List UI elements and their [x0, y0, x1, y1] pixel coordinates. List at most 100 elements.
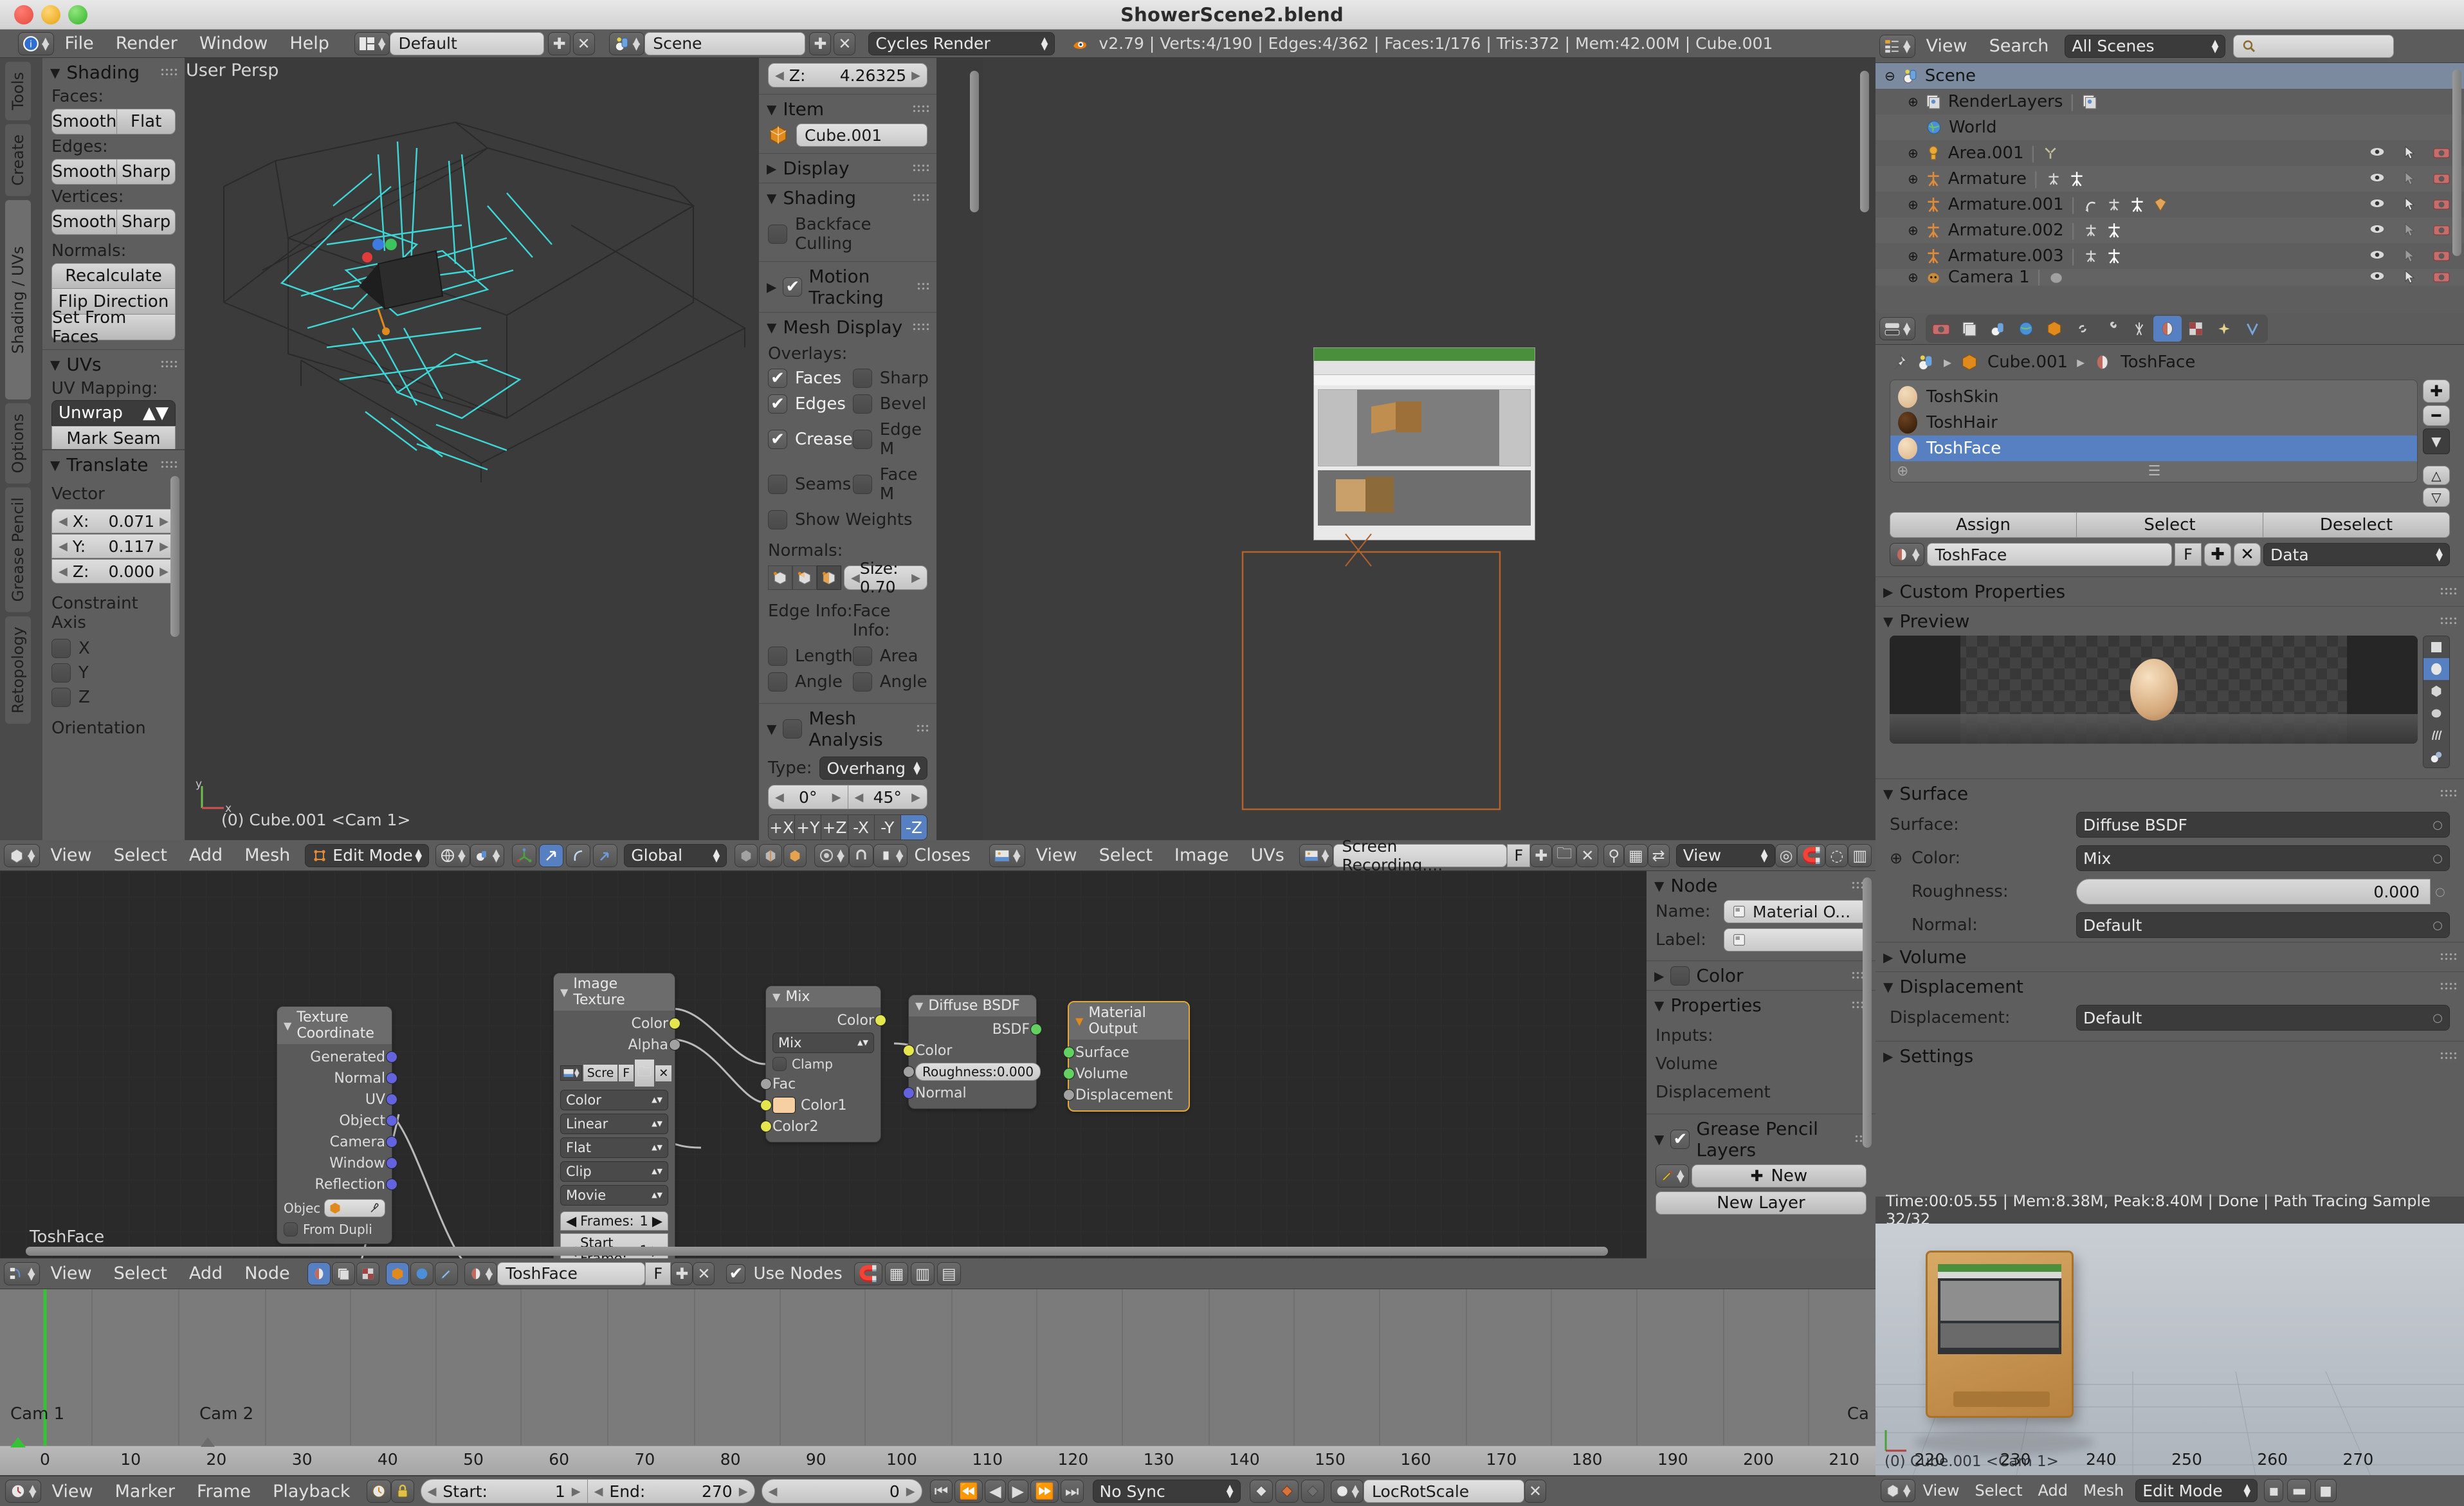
start-frame-field[interactable]: ◀ Start: 1 ▶: [420, 1479, 588, 1503]
socket-color-in[interactable]: Color: [903, 1042, 1030, 1060]
expand-collapse-icon[interactable]: ⊖: [1885, 68, 1895, 84]
shading-panel-header[interactable]: ▼ Shading: [42, 58, 185, 87]
image-colorspace-dropdown[interactable]: Color ▲▼: [560, 1090, 668, 1110]
cursor-arrow-icon[interactable]: [2402, 223, 2416, 238]
keyframe-remove-icon[interactable]: [1300, 1480, 1324, 1503]
decrement-arrow-icon[interactable]: ◀: [59, 565, 68, 578]
item-panel-header[interactable]: ▼ Item: [759, 95, 936, 124]
axis-plus-x-button[interactable]: +X: [768, 814, 796, 840]
chevron-updown-icon[interactable]: ▲ ▼: [29, 1483, 37, 1499]
material-slot-toshskin[interactable]: ToshSkin: [1890, 384, 2417, 410]
object-shader-icon[interactable]: [385, 1262, 409, 1285]
camera-render-icon[interactable]: [2433, 223, 2450, 237]
outliner-search-input[interactable]: [2233, 34, 2395, 58]
increment-arrow-icon[interactable]: ▶: [911, 69, 920, 82]
drag-grip-icon[interactable]: [2440, 586, 2456, 597]
drag-grip-icon[interactable]: [912, 192, 929, 203]
outliner-tree[interactable]: ⊖ Scene ⊕ RenderLayers | World ⊕ Area.00…: [1875, 63, 2464, 313]
edge-length-checkbox[interactable]: [768, 647, 787, 666]
current-frame-field[interactable]: ◀ 0 ▶: [761, 1479, 922, 1503]
uv-sync-icon[interactable]: ⇄: [1647, 843, 1670, 867]
uvs-panel-header[interactable]: ▼ UVs: [42, 350, 185, 379]
menu-file[interactable]: File: [54, 33, 105, 53]
screen-layout-icon[interactable]: ▲ ▼: [354, 32, 390, 55]
drag-grip-icon[interactable]: [2440, 616, 2456, 627]
collapse-icon[interactable]: ▼: [284, 1020, 291, 1032]
collapse-icon[interactable]: ▼: [915, 1000, 923, 1012]
object-name-field[interactable]: Cube.001: [796, 124, 927, 147]
tab-world-icon[interactable]: [2012, 316, 2040, 342]
play-button[interactable]: ▶: [1007, 1480, 1028, 1503]
timeline-menu-view[interactable]: View: [41, 1482, 104, 1501]
timeline-menu-frame[interactable]: Frame: [186, 1482, 262, 1501]
chevron-updown-icon[interactable]: ▲ ▼: [633, 35, 641, 51]
drag-grip-icon[interactable]: [2440, 788, 2456, 799]
grease-pencil-checkbox[interactable]: ✔: [1670, 1130, 1690, 1149]
renderlayer-child-icon[interactable]: [2081, 93, 2098, 110]
node-header[interactable]: ▼ Material Output: [1069, 1002, 1189, 1040]
drag-grip-icon[interactable]: [160, 67, 177, 78]
chevron-updown-icon[interactable]: ▲ ▼: [1352, 1483, 1360, 1499]
socket-color-out[interactable]: Color: [772, 1011, 886, 1029]
eyedropper-icon[interactable]: [369, 1202, 381, 1214]
expand-collapse-icon[interactable]: ⊕: [1908, 94, 1919, 109]
outliner-row-armature[interactable]: ⊕ Armature |: [1875, 166, 2464, 192]
shading-npanel-header[interactable]: ▼ Shading: [759, 183, 936, 212]
axis-minus-z-button[interactable]: -Z: [900, 814, 928, 840]
tab-material-icon[interactable]: [2153, 315, 2182, 342]
increment-arrow-icon[interactable]: ▶: [160, 565, 169, 578]
increment-arrow-icon[interactable]: ▶: [911, 571, 920, 585]
grease-pencil-panel-header[interactable]: ▼ ✔ Grease Pencil Layers: [1647, 1114, 1875, 1164]
scene-icon[interactable]: ▲ ▼: [608, 32, 645, 55]
drag-grip-icon[interactable]: [912, 104, 929, 115]
image-name-mini-field[interactable]: Scre: [583, 1065, 618, 1081]
pose-icon[interactable]: [2083, 248, 2099, 264]
outliner-row-renderlayers[interactable]: ⊕ RenderLayers |: [1875, 89, 2464, 115]
axis-plus-z-button[interactable]: +Z: [821, 814, 848, 840]
outliner-row-scene[interactable]: ⊖ Scene: [1875, 63, 2464, 89]
mesh-analysis-type-dropdown[interactable]: Overhang ▲ ▼: [819, 757, 927, 780]
node-header[interactable]: ▼ Mix: [766, 986, 881, 1007]
socket-dot-icon[interactable]: [760, 1099, 772, 1111]
expand-collapse-icon[interactable]: ⊕: [1908, 270, 1919, 285]
displacement-panel-header[interactable]: ▼ Displacement: [1875, 972, 2464, 1001]
node-texture-coordinate[interactable]: ▼ Texture Coordinate Generated Normal UV…: [277, 1006, 397, 1244]
breadcrumb-object[interactable]: Cube.001: [1987, 353, 2068, 372]
chevron-updown-icon[interactable]: ▲ ▼: [42, 35, 50, 51]
material-link-dropdown[interactable]: Data ▲ ▼: [2263, 543, 2450, 566]
panel-scrollbar[interactable]: [170, 476, 179, 637]
mesh-analysis-panel-header[interactable]: ▼ Mesh Analysis: [759, 704, 936, 754]
display-panel-header[interactable]: ▶ Display: [759, 154, 936, 183]
chevron-updown-icon[interactable]: ▲ ▼: [574, 1068, 579, 1079]
outliner-row-camera1[interactable]: ⊕ Camera 1 |: [1875, 269, 2464, 286]
socket-color1-in[interactable]: Color1: [760, 1096, 874, 1114]
new-grease-pencil-button[interactable]: ✚ New: [1691, 1164, 1866, 1188]
jump-prev-keyframe-button[interactable]: ⏪: [954, 1480, 983, 1503]
uv-select-mode-icon[interactable]: ▦: [1623, 843, 1648, 867]
node-header[interactable]: ▼ Image Texture: [554, 973, 675, 1011]
chevron-updown-icon[interactable]: ▲ ▼: [28, 847, 35, 863]
end-frame-field[interactable]: ◀ End: 270 ▶: [587, 1479, 755, 1503]
node-new-material-button[interactable]: ✚: [671, 1262, 693, 1285]
drag-grip-icon[interactable]: [917, 282, 929, 292]
cursor-arrow-icon[interactable]: [2402, 197, 2416, 212]
collapse-icon[interactable]: ▼: [560, 986, 568, 998]
render-menu-select[interactable]: Select: [1967, 1482, 2031, 1500]
manipulator-arrow-icon[interactable]: [539, 843, 564, 867]
keyframe-insert-icon[interactable]: [1275, 1480, 1299, 1503]
chevron-updown-icon[interactable]: ▲ ▼: [493, 847, 500, 863]
tab-physics-icon[interactable]: [2210, 316, 2238, 342]
lock-icon[interactable]: [390, 1480, 414, 1503]
constraint-z-checkbox[interactable]: [51, 688, 71, 707]
increment-arrow-icon[interactable]: ▶: [160, 515, 169, 528]
tab-shading-uvs[interactable]: Shading / UVs: [5, 199, 31, 399]
new-material-button[interactable]: ✚: [2204, 543, 2231, 566]
outliner-scrollbar[interactable]: [2452, 69, 2461, 256]
decrement-arrow-icon[interactable]: ◀: [769, 1485, 778, 1498]
armature-data-icon[interactable]: [2129, 196, 2146, 213]
axis-minus-x-button[interactable]: -X: [848, 814, 875, 840]
armature-data-icon[interactable]: [2068, 170, 2085, 187]
edges-sharp-button[interactable]: Sharp: [117, 159, 176, 185]
translate-x-field[interactable]: ◀ X: 0.071 ▶: [51, 509, 176, 533]
motion-tracking-checkbox[interactable]: ✔: [783, 277, 803, 297]
